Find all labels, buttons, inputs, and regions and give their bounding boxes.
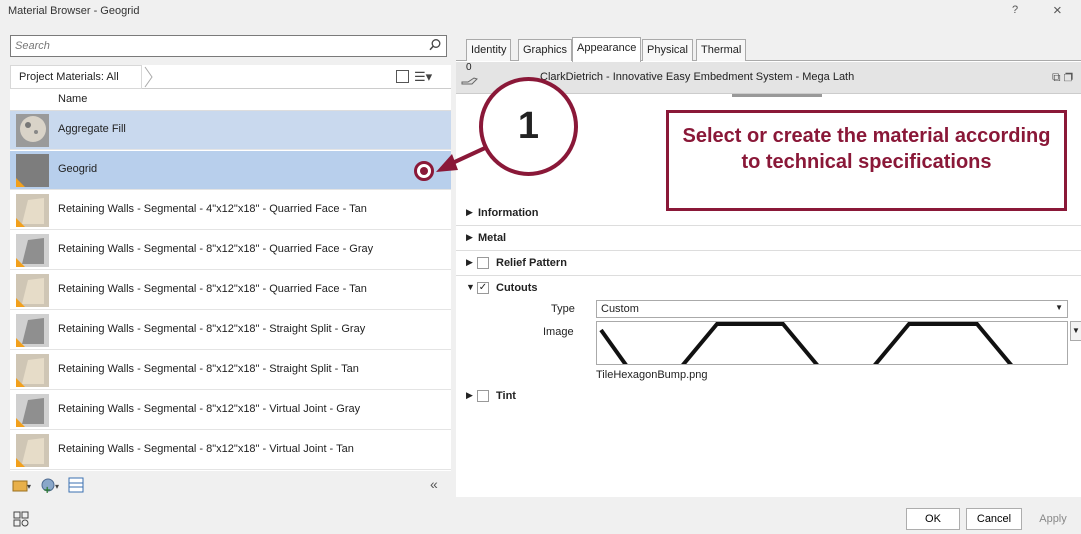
- material-list-panel: Search Project Materials: All ☰▾ Name Ag…: [10, 35, 451, 497]
- list-item[interactable]: Retaining Walls - Segmental - 8"x12"x18"…: [10, 311, 451, 350]
- list-item[interactable]: Retaining Walls - Segmental - 8"x12"x18"…: [10, 231, 451, 270]
- material-thumbnail-icon: [16, 154, 49, 187]
- section-label: Tint: [496, 390, 516, 402]
- search-placeholder: Search: [15, 40, 50, 52]
- duplicate-asset-icon[interactable]: ⧉ ❐: [1052, 70, 1073, 85]
- material-list: Aggregate Fill Geogrid Retaining Walls -…: [10, 111, 451, 471]
- image-options-button[interactable]: ▼: [1070, 321, 1081, 341]
- step-number-badge: 1: [479, 77, 578, 176]
- shared-asset-hand-icon: [461, 77, 478, 85]
- create-material-icon[interactable]: + ▾: [40, 476, 62, 494]
- svg-text:▾: ▾: [27, 482, 31, 491]
- window-title: Material Browser - Geogrid: [8, 5, 140, 17]
- target-marker: [414, 161, 434, 181]
- name-column-header[interactable]: Name: [10, 89, 451, 111]
- block-thumbnail-icon: [16, 354, 49, 387]
- list-item[interactable]: Retaining Walls - Segmental - 8"x12"x18"…: [10, 271, 451, 310]
- list-view-icon[interactable]: ☰▾: [414, 69, 432, 85]
- filter-bar: Project Materials: All ☰▾: [10, 65, 451, 89]
- block-thumbnail-icon: [16, 434, 49, 467]
- asset-browser-icon[interactable]: [12, 510, 30, 528]
- tab-thermal[interactable]: Thermal: [696, 39, 747, 61]
- search-icon[interactable]: [428, 38, 442, 52]
- step-number: 1: [517, 105, 540, 147]
- list-item-label: Retaining Walls - Segmental - 8"x12"x18"…: [58, 443, 354, 455]
- svg-text:+: +: [43, 485, 51, 494]
- list-item-label: Retaining Walls - Segmental - 8"x12"x18"…: [58, 283, 367, 295]
- relief-pattern-checkbox[interactable]: [477, 257, 489, 269]
- list-item-label: Retaining Walls - Segmental - 4"x12"x18"…: [58, 203, 367, 215]
- chevron-right-icon: [144, 66, 153, 88]
- preview-handle[interactable]: [732, 94, 822, 97]
- cancel-button[interactable]: Cancel: [966, 508, 1022, 530]
- filter-label: Project Materials: All: [19, 71, 119, 83]
- svg-text:▾: ▾: [55, 482, 59, 491]
- block-thumbnail-icon: [16, 314, 49, 347]
- list-item-label: Geogrid: [58, 163, 98, 175]
- tint-checkbox[interactable]: [477, 390, 489, 402]
- section-metal[interactable]: ▶ Metal: [456, 227, 1081, 251]
- tab-graphics[interactable]: Graphics: [518, 39, 573, 61]
- apply-button[interactable]: Apply: [1030, 508, 1076, 530]
- ok-button[interactable]: OK: [906, 508, 960, 530]
- help-button[interactable]: ?: [1012, 4, 1018, 16]
- tab-physical[interactable]: Physical: [642, 39, 693, 61]
- block-thumbnail-icon: [16, 234, 49, 267]
- expand-arrow-icon[interactable]: ▶: [466, 257, 473, 268]
- title-bar: Material Browser - Geogrid ? ×: [0, 0, 1081, 26]
- editor-toggle-icon[interactable]: [68, 477, 84, 493]
- collapse-arrow-icon[interactable]: ▼: [466, 282, 475, 292]
- instruction-text: Select or create the material according …: [682, 125, 1051, 173]
- list-item-label: Retaining Walls - Segmental - 8"x12"x18"…: [58, 363, 359, 375]
- type-value: Custom: [601, 303, 639, 315]
- collapse-icon[interactable]: «: [430, 476, 438, 492]
- expand-arrow-icon[interactable]: ▶: [466, 207, 473, 218]
- type-dropdown[interactable]: Custom ▼: [596, 300, 1068, 318]
- expand-arrow-icon[interactable]: ▶: [466, 390, 473, 401]
- view-toggle-icon[interactable]: [396, 70, 409, 83]
- dialog-footer: OK Cancel Apply: [0, 503, 1081, 534]
- asset-name: ClarkDietrich - Innovative Easy Embedmen…: [540, 71, 855, 83]
- section-label: Information: [478, 207, 539, 219]
- image-label: Image: [543, 326, 574, 338]
- name-header-label: Name: [58, 93, 88, 105]
- hexagon-pattern-image: [599, 322, 1013, 364]
- list-item[interactable]: Retaining Walls - Segmental - 4"x12"x18"…: [10, 191, 451, 230]
- list-item-label: Retaining Walls - Segmental - 8"x12"x18"…: [58, 243, 374, 255]
- list-item[interactable]: Retaining Walls - Segmental - 8"x12"x18"…: [10, 391, 451, 430]
- section-cutouts[interactable]: ▼ ✓ Cutouts: [456, 277, 1081, 301]
- library-toolbar: ▾ + ▾ «: [10, 473, 451, 497]
- type-label: Type: [551, 303, 575, 315]
- section-tint[interactable]: ▶ Tint: [456, 385, 1081, 409]
- cutouts-checkbox[interactable]: ✓: [477, 282, 489, 294]
- image-filename: TileHexagonBump.png: [596, 369, 708, 381]
- cutout-image-preview[interactable]: [596, 321, 1068, 365]
- block-thumbnail-icon: [16, 194, 49, 227]
- chevron-down-icon: ▼: [1055, 303, 1063, 312]
- list-item[interactable]: Retaining Walls - Segmental - 8"x12"x18"…: [10, 351, 451, 390]
- block-thumbnail-icon: [16, 274, 49, 307]
- instruction-callout: Select or create the material according …: [666, 110, 1067, 211]
- close-button[interactable]: ×: [1053, 2, 1062, 19]
- sphere-thumbnail-icon: [16, 114, 49, 147]
- section-label: Metal: [478, 232, 507, 244]
- list-item-label: Retaining Walls - Segmental - 8"x12"x18"…: [58, 403, 361, 415]
- list-item[interactable]: Retaining Walls - Segmental - 8"x12"x18"…: [10, 431, 451, 470]
- list-item-label: Aggregate Fill: [58, 123, 126, 135]
- section-relief-pattern[interactable]: ▶ Relief Pattern: [456, 252, 1081, 276]
- section-label: Cutouts: [496, 282, 538, 294]
- tab-appearance[interactable]: Appearance: [572, 37, 642, 62]
- list-item-label: Retaining Walls - Segmental - 8"x12"x18"…: [58, 323, 366, 335]
- section-label: Relief Pattern: [496, 257, 567, 269]
- search-input[interactable]: Search: [10, 35, 447, 57]
- expand-arrow-icon[interactable]: ▶: [466, 232, 473, 243]
- editor-tabs: Identity Graphics Appearance Physical Th…: [456, 35, 1081, 62]
- list-item-selected[interactable]: Geogrid: [10, 151, 451, 190]
- tab-identity[interactable]: Identity: [466, 39, 512, 61]
- library-folder-icon[interactable]: ▾: [12, 477, 32, 493]
- list-item[interactable]: Aggregate Fill: [10, 111, 451, 150]
- project-materials-filter[interactable]: Project Materials: All: [10, 65, 142, 89]
- block-thumbnail-icon: [16, 394, 49, 427]
